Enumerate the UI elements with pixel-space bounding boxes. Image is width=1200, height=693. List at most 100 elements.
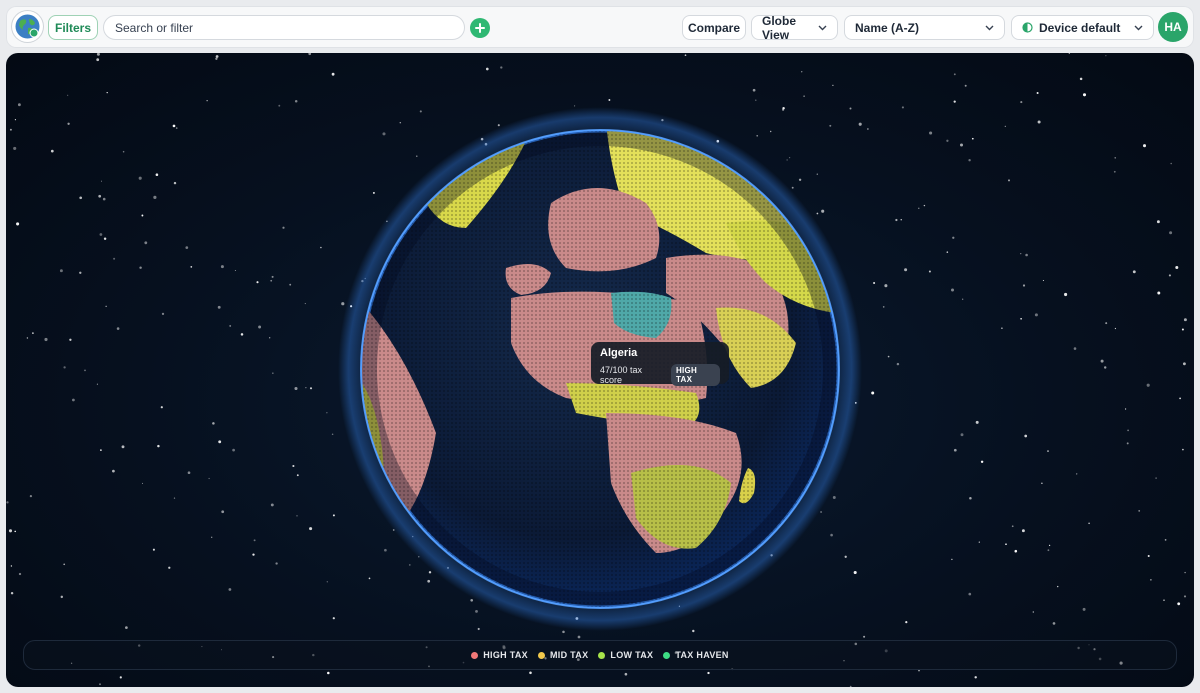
- star: [106, 91, 108, 94]
- star: [974, 676, 977, 679]
- star: [769, 130, 772, 133]
- star: [1179, 397, 1181, 400]
- tooltip-country: Algeria: [600, 347, 638, 359]
- legend-item-tax-haven[interactable]: TAX HAVEN: [663, 650, 728, 660]
- star: [853, 570, 857, 575]
- star: [1113, 170, 1116, 173]
- star: [270, 503, 274, 507]
- star: [326, 581, 328, 583]
- star: [1105, 322, 1108, 325]
- star: [871, 391, 875, 395]
- star: [529, 671, 532, 675]
- star: [160, 406, 163, 409]
- star: [240, 333, 244, 336]
- star: [884, 284, 888, 288]
- star: [953, 73, 956, 76]
- star: [928, 270, 931, 273]
- star: [1079, 77, 1083, 81]
- star: [1036, 91, 1039, 95]
- star: [269, 337, 271, 339]
- star: [211, 536, 213, 538]
- sort-select[interactable]: Name (A-Z): [844, 15, 1005, 40]
- star: [122, 150, 125, 153]
- star: [1138, 510, 1141, 512]
- star: [168, 566, 171, 569]
- legend-item-high-tax[interactable]: HIGH TAX: [471, 650, 528, 660]
- star: [309, 527, 313, 531]
- star: [980, 460, 984, 464]
- legend-item-low-tax[interactable]: LOW TAX: [598, 650, 653, 660]
- star: [816, 212, 819, 215]
- star: [1008, 179, 1010, 182]
- search-input[interactable]: [103, 15, 465, 40]
- star: [1164, 539, 1167, 541]
- compare-label: Compare: [687, 20, 740, 35]
- star: [844, 555, 847, 558]
- star: [1004, 125, 1006, 127]
- avatar-initials: HA: [1164, 20, 1182, 34]
- star: [905, 621, 908, 624]
- view-select[interactable]: Globe View: [751, 14, 838, 42]
- star: [1157, 291, 1161, 295]
- filters-button[interactable]: Filters: [48, 15, 98, 40]
- star: [138, 176, 142, 180]
- star: [485, 67, 489, 71]
- star: [99, 233, 103, 236]
- star: [327, 671, 330, 675]
- star: [786, 159, 788, 161]
- star: [562, 630, 565, 634]
- star: [296, 474, 299, 477]
- star: [1025, 253, 1028, 257]
- star: [275, 562, 278, 565]
- star: [14, 530, 16, 533]
- star: [1082, 93, 1087, 97]
- star: [1105, 55, 1107, 57]
- star: [904, 268, 908, 272]
- star: [332, 514, 335, 517]
- star: [918, 207, 920, 209]
- star: [952, 236, 955, 239]
- globe-logo-icon[interactable]: [12, 11, 43, 42]
- star: [1047, 549, 1050, 552]
- compare-button[interactable]: Compare: [682, 15, 746, 40]
- add-button[interactable]: [470, 18, 490, 38]
- star: [102, 197, 106, 201]
- star: [105, 305, 107, 307]
- star: [309, 387, 313, 390]
- star: [959, 143, 964, 147]
- legend-dot: [537, 651, 545, 659]
- star: [1057, 585, 1059, 588]
- star: [849, 685, 852, 687]
- legend-item-mid-tax[interactable]: MID TAX: [537, 650, 588, 660]
- star: [756, 134, 759, 137]
- star: [119, 676, 122, 679]
- star: [112, 469, 115, 473]
- legend-dot: [598, 651, 606, 659]
- star: [18, 572, 22, 576]
- star: [1064, 292, 1068, 297]
- star: [1032, 611, 1034, 613]
- tax-legend: HIGH TAX MID TAX LOW TAX TAX HAVEN: [23, 640, 1177, 670]
- globe-viewport[interactable]: Algeria 47/100 tax score HIGH TAX HIGH T…: [6, 53, 1194, 687]
- star: [173, 497, 176, 499]
- star: [918, 669, 920, 672]
- star: [408, 564, 411, 566]
- user-avatar[interactable]: HA: [1158, 12, 1188, 42]
- star: [1088, 522, 1090, 525]
- star: [215, 55, 219, 58]
- half-circle-icon: [1022, 22, 1033, 33]
- star: [803, 95, 805, 97]
- legend-label: TAX HAVEN: [675, 650, 729, 660]
- star: [116, 327, 120, 330]
- star: [98, 194, 102, 198]
- star: [278, 104, 281, 107]
- star: [1100, 359, 1104, 363]
- chevron-down-icon: [1134, 25, 1143, 31]
- theme-select[interactable]: Device default: [1011, 15, 1154, 40]
- star: [1142, 144, 1147, 148]
- star: [1042, 279, 1044, 282]
- star: [816, 173, 818, 175]
- star: [577, 635, 581, 639]
- star: [900, 219, 902, 221]
- star: [282, 226, 285, 229]
